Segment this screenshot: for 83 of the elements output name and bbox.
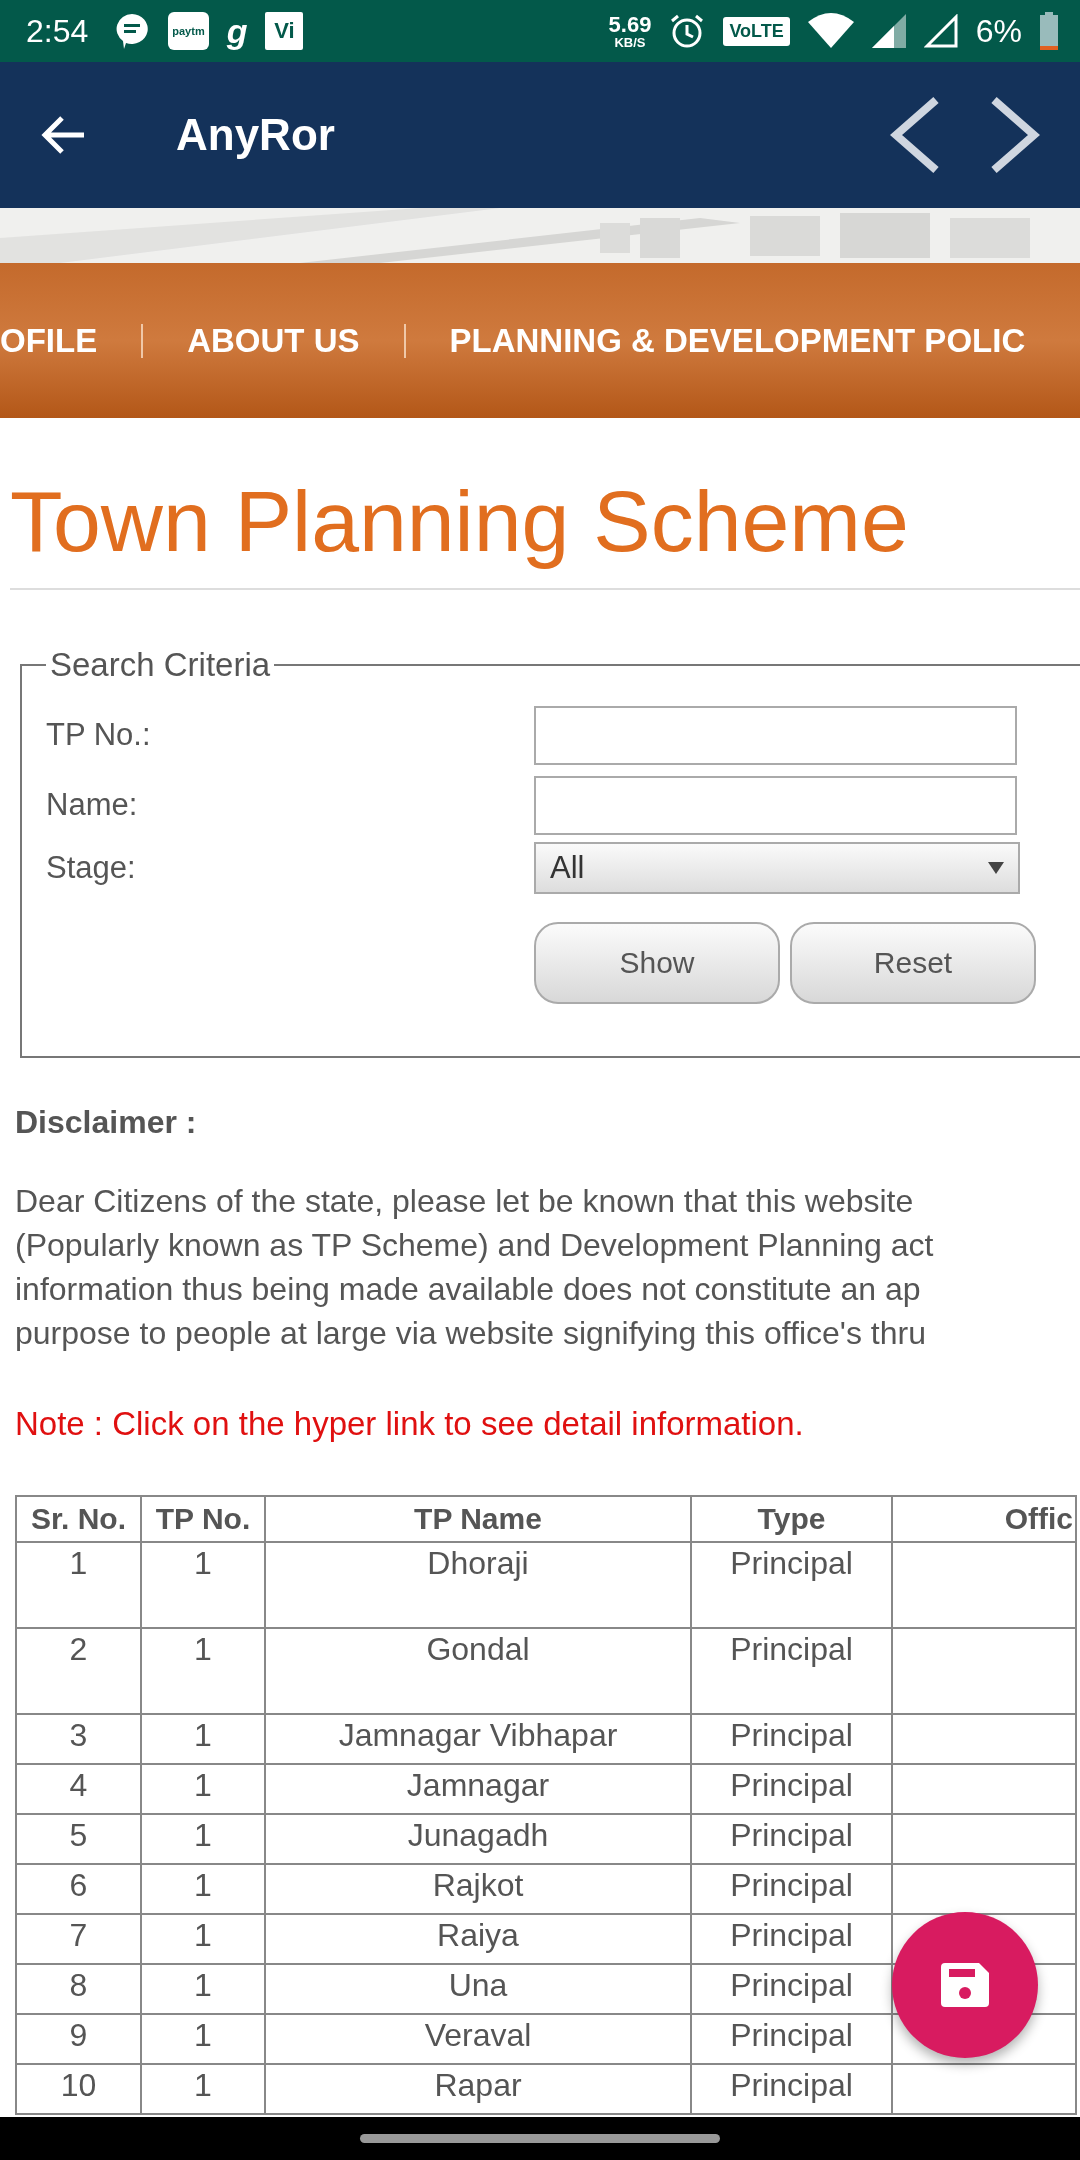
chat-icon (114, 12, 151, 50)
table-cell: 3 (16, 1714, 141, 1764)
table-cell: Principal (691, 1814, 892, 1864)
stage-dropdown[interactable]: All (534, 842, 1020, 894)
column-header: TP Name (265, 1496, 691, 1542)
alarm-icon (669, 13, 706, 49)
field-label: TP No.: (46, 717, 152, 753)
save-icon (941, 1963, 989, 2007)
table-cell: 1 (16, 1542, 141, 1628)
column-header: Offic (892, 1496, 1076, 1542)
app-title: AnyRor (176, 110, 336, 160)
clock-time: 2:54 (26, 12, 89, 50)
form-button[interactable]: Reset (790, 922, 1036, 1004)
volte-badge: VoLTE (723, 16, 790, 46)
column-header: TP No. (141, 1496, 265, 1542)
table-cell: 1 (141, 2064, 265, 2114)
table-cell: 1 (141, 1864, 265, 1914)
app-logo: Vi (265, 12, 304, 50)
disclaimer-text: Dear Citizens of the state, please let be known that this website (Popularly known as TP Scheme) and Development Planning act information thus being made available does not constitute an ap purpose to people at large via website signifying this office's thru (15, 1182, 935, 1353)
table-cell: Principal (691, 1864, 892, 1914)
caret-icon (988, 862, 1004, 874)
table-cell: 9 (16, 2014, 141, 2064)
signal-icon (871, 14, 906, 48)
app-logo: paytm (168, 12, 209, 50)
network-speed: 5.69 (608, 13, 652, 36)
table-cell: 7 (16, 1914, 141, 1964)
table-cell: 2 (16, 1628, 141, 1714)
field-label: Stage: (46, 850, 137, 886)
field-label: Name: (46, 787, 139, 823)
chevron-left-icon[interactable] (890, 97, 940, 173)
nav-link[interactable]: PLANNING & DEVELOPMENT POLIC (403, 323, 1070, 358)
table-cell: 1 (141, 1914, 265, 1964)
table-cell: Gondal (265, 1628, 691, 1714)
table-cell: 1 (141, 1814, 265, 1864)
back-arrow-icon[interactable] (40, 115, 86, 155)
table-cell: Principal (691, 1914, 892, 1964)
battery-level: 6% (975, 12, 1022, 50)
column-header: Sr. No. (16, 1496, 141, 1542)
table-cell: Raiya (265, 1914, 691, 1964)
table-cell: Rajkot (265, 1864, 691, 1914)
table-cell: Rapar (265, 2064, 691, 2114)
table-cell: Junagadh (265, 1814, 691, 1864)
table-cell: Jamnagar Vibhapar (265, 1714, 691, 1764)
table-cell: 6 (16, 1864, 141, 1914)
panel-legend: Search Criteria (46, 646, 275, 684)
table-cell: Principal (691, 1542, 892, 1628)
table-cell: Principal (691, 2064, 892, 2114)
table-cell: 1 (141, 1964, 265, 2014)
table-cell: 5 (16, 1814, 141, 1864)
page-title: Town Planning Scheme (10, 472, 910, 571)
home-handle[interactable] (360, 2134, 720, 2143)
table-cell: Una (265, 1964, 691, 2014)
form-button[interactable]: Show (534, 922, 780, 1004)
save-button[interactable] (892, 1912, 1038, 2058)
battery-icon (1040, 12, 1058, 50)
input-field[interactable] (534, 705, 1017, 765)
speed-unit: KB/S (614, 35, 646, 49)
disclaimer-heading: Disclaimer : (15, 1104, 198, 1141)
nav-link[interactable]: OFILE (0, 323, 142, 358)
wifi-icon (807, 12, 854, 50)
table-cell: 1 (141, 1764, 265, 1814)
app-logo: g (226, 11, 248, 51)
table-cell: 1 (141, 1542, 265, 1628)
table-cell: Dhoraji (265, 1542, 691, 1628)
table-cell: Principal (691, 2014, 892, 2064)
note-text: Note : Click on the hyper link to see detail information. (15, 1405, 805, 1443)
table-cell: Jamnagar (265, 1764, 691, 1814)
table-cell: Veraval (265, 2014, 691, 2064)
input-field[interactable] (534, 775, 1017, 835)
table-cell: Principal (691, 1764, 892, 1814)
table-cell: 10 (16, 2064, 141, 2114)
table-cell: 1 (141, 2014, 265, 2064)
table-cell: 8 (16, 1964, 141, 2014)
chevron-right-icon[interactable] (990, 97, 1040, 173)
table-cell: 1 (141, 1628, 265, 1714)
table-cell: Principal (691, 1628, 892, 1714)
table-cell: Principal (691, 1714, 892, 1764)
table-cell: 4 (16, 1764, 141, 1814)
signal-icon (923, 14, 958, 48)
nav-link[interactable]: ABOUT US (141, 323, 404, 358)
column-header: Type (691, 1496, 892, 1542)
table-cell: 1 (141, 1714, 265, 1764)
table-cell: Principal (691, 1964, 892, 2014)
